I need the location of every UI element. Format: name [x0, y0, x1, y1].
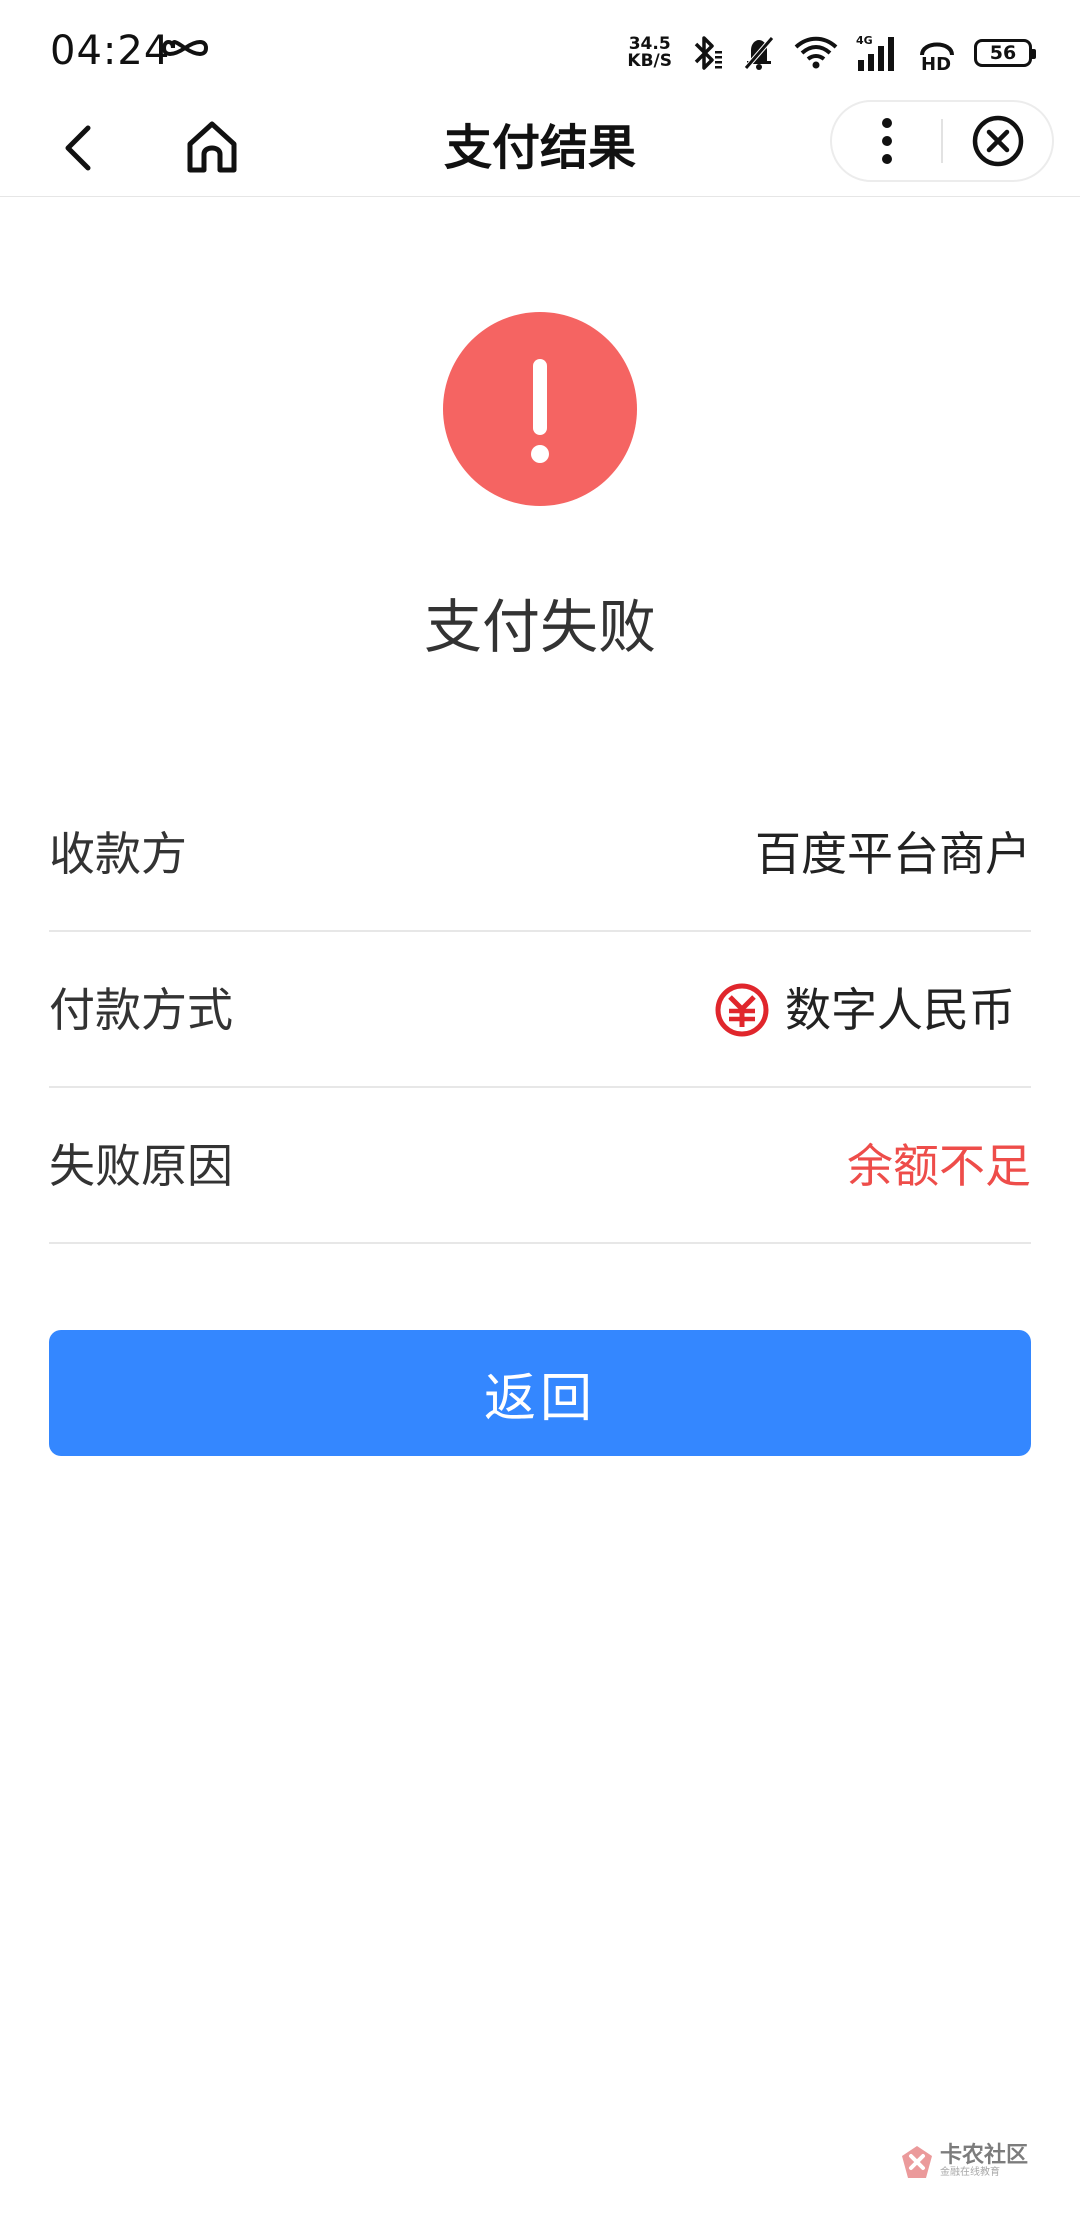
back-icon[interactable]	[52, 120, 108, 176]
signal-4g-icon: 4G	[856, 34, 894, 71]
return-button[interactable]: 返回	[49, 1330, 1031, 1456]
mute-icon	[744, 36, 774, 70]
infinity-icon	[161, 40, 209, 56]
failure-reason-label: 失败原因	[49, 1139, 233, 1193]
status-bar: 04:24 34.5 KB/S 4G HD 56	[0, 0, 1080, 100]
result-title: 支付失败	[423, 593, 656, 661]
payment-method-row: 付款方式 数字人民币	[49, 932, 1031, 1088]
wifi-icon	[794, 36, 838, 69]
failure-reason-row: 失败原因 余额不足	[49, 1088, 1031, 1244]
close-button[interactable]	[943, 100, 1052, 182]
payee-label: 收款方	[49, 827, 187, 881]
watermark-text: 卡农社区 金融在线教育	[940, 2145, 1028, 2179]
watermark-sub: 金融在线教育	[940, 2167, 1000, 2178]
exclamation-icon	[531, 359, 549, 463]
net-speed-unit: KB/S	[627, 51, 672, 71]
payment-method-value: 数字人民币	[715, 932, 1015, 1088]
capsule-menu	[830, 100, 1054, 182]
failure-reason-value: 余额不足	[847, 1139, 1031, 1193]
hd-icon: HD	[920, 42, 954, 73]
status-icons: 34.5 KB/S 4G HD 56	[627, 28, 1036, 78]
status-time: 04:24	[50, 28, 171, 74]
watermark: 卡农社区 金融在线教育	[900, 2142, 1028, 2182]
nav-bar: 支付结果	[0, 100, 1080, 197]
digital-rmb-icon	[715, 983, 769, 1037]
battery-icon: 56	[974, 39, 1036, 67]
watermark-main: 卡农社区	[940, 2143, 1029, 2168]
net-speed: 34.5 KB/S	[627, 36, 672, 70]
more-icon	[881, 118, 892, 164]
home-icon[interactable]	[182, 118, 242, 178]
svg-text:4G: 4G	[856, 34, 873, 47]
more-button[interactable]	[832, 100, 941, 182]
error-status-circle	[443, 312, 637, 506]
payment-method-label: 付款方式	[49, 983, 233, 1037]
payee-row: 收款方 百度平台商户	[49, 776, 1031, 932]
close-icon	[972, 115, 1023, 167]
svg-text:HD: HD	[921, 54, 951, 73]
payment-method-text: 数字人民币	[785, 983, 1015, 1037]
bluetooth-icon	[694, 36, 722, 70]
kanong-logo-icon	[902, 2146, 932, 2178]
payee-value: 百度平台商户	[755, 827, 1031, 881]
